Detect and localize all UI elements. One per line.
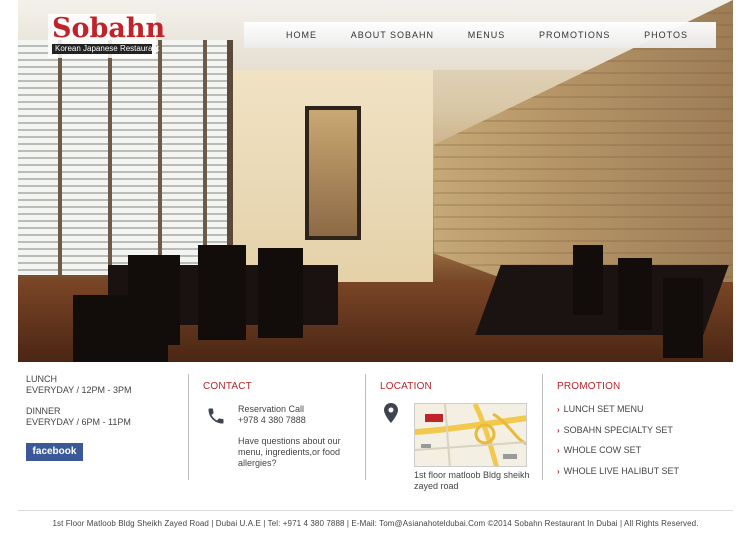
dining-chair <box>663 278 703 358</box>
location-map[interactable] <box>414 403 527 467</box>
map-pin-icon <box>384 403 398 423</box>
reservation-phone[interactable]: +978 4 380 7888 <box>238 415 353 426</box>
chevron-bullet-icon: › <box>557 425 560 435</box>
location-column: LOCATION 1st floor matloob Bldg sheikh z… <box>365 374 530 491</box>
promotion-title: PROMOTION <box>557 381 621 392</box>
chevron-bullet-icon: › <box>557 446 560 455</box>
promotion-item-label: WHOLE LIVE HALIBUT SET <box>563 465 680 476</box>
promotion-item[interactable]: › WHOLE LIVE HALIBUT SET <box>557 466 722 477</box>
dinner-title: DINNER <box>26 406 61 416</box>
window-blinds <box>18 40 233 275</box>
reservation-label: Reservation Call <box>238 404 305 414</box>
promotion-item[interactable]: › SOBAHN SPECIALTY SET <box>557 425 722 436</box>
location-title: LOCATION <box>380 381 432 392</box>
footer-text: 1st Floor Matloob Bldg Sheikh Zayed Road… <box>52 519 699 528</box>
hours-column: LUNCH EVERYDAY / 12PM - 3PM DINNER EVERY… <box>26 374 176 480</box>
footer-divider <box>18 510 733 511</box>
lunch-title: LUNCH <box>26 374 58 384</box>
contact-details: Reservation Call +978 4 380 7888 Have qu… <box>238 404 353 469</box>
dining-chair <box>73 295 168 362</box>
dinner-time: EVERYDAY / 6PM - 11PM <box>26 417 131 427</box>
chevron-bullet-icon: › <box>557 466 560 476</box>
logo-wordmark: Sobahn <box>52 13 166 44</box>
nav-photos[interactable]: PHOTOS <box>644 30 688 40</box>
dining-chair <box>573 245 603 315</box>
contact-title: CONTACT <box>203 381 252 392</box>
wall-mirror <box>305 106 361 240</box>
nav-menus[interactable]: MENUS <box>468 30 506 40</box>
nav-about-sobahn[interactable]: ABOUT SOBAHN <box>351 30 434 40</box>
chevron-bullet-icon: › <box>557 405 560 414</box>
map-graphic <box>415 404 526 466</box>
dining-chair <box>258 248 303 338</box>
phone-icon <box>208 408 224 424</box>
dining-chair <box>198 245 246 340</box>
logo-tagline: Korean Japanese Restaurant <box>52 44 159 54</box>
facebook-button[interactable]: facebook <box>26 443 83 461</box>
contact-column: CONTACT Reservation Call +978 4 380 7888… <box>188 374 353 480</box>
contact-question: Have questions about our menu, ingredien… <box>238 436 341 468</box>
promotion-item-label: WHOLE COW SET <box>563 445 642 455</box>
brand-logo[interactable]: Sobahn Korean Japanese Restaurant <box>48 13 166 58</box>
promotion-item[interactable]: › LUNCH SET MENU <box>557 404 722 415</box>
dining-chair <box>618 258 652 330</box>
nav-promotions[interactable]: PROMOTIONS <box>539 30 611 40</box>
promotion-column: PROMOTION › LUNCH SET MENU › SOBAHN SPECIA… <box>542 374 722 480</box>
info-section: LUNCH EVERYDAY / 12PM - 3PM DINNER EVERY… <box>0 374 750 491</box>
promotion-item-label: LUNCH SET MENU <box>563 404 644 414</box>
promotion-item[interactable]: › WHOLE COW SET <box>557 445 722 456</box>
promotion-list: › LUNCH SET MENU › SOBAHN SPECIALTY SET › W… <box>557 404 722 477</box>
promotion-item-label: SOBAHN SPECIALTY SET <box>563 424 673 435</box>
lunch-time: EVERYDAY / 12PM - 3PM <box>26 385 132 395</box>
main-nav: HOME ABOUT SOBAHN MENUS PROMOTIONS PHOTO… <box>244 22 716 48</box>
nav-home[interactable]: HOME <box>286 30 317 40</box>
location-address: 1st floor matloob Bldg sheikh zayed road <box>414 470 530 491</box>
